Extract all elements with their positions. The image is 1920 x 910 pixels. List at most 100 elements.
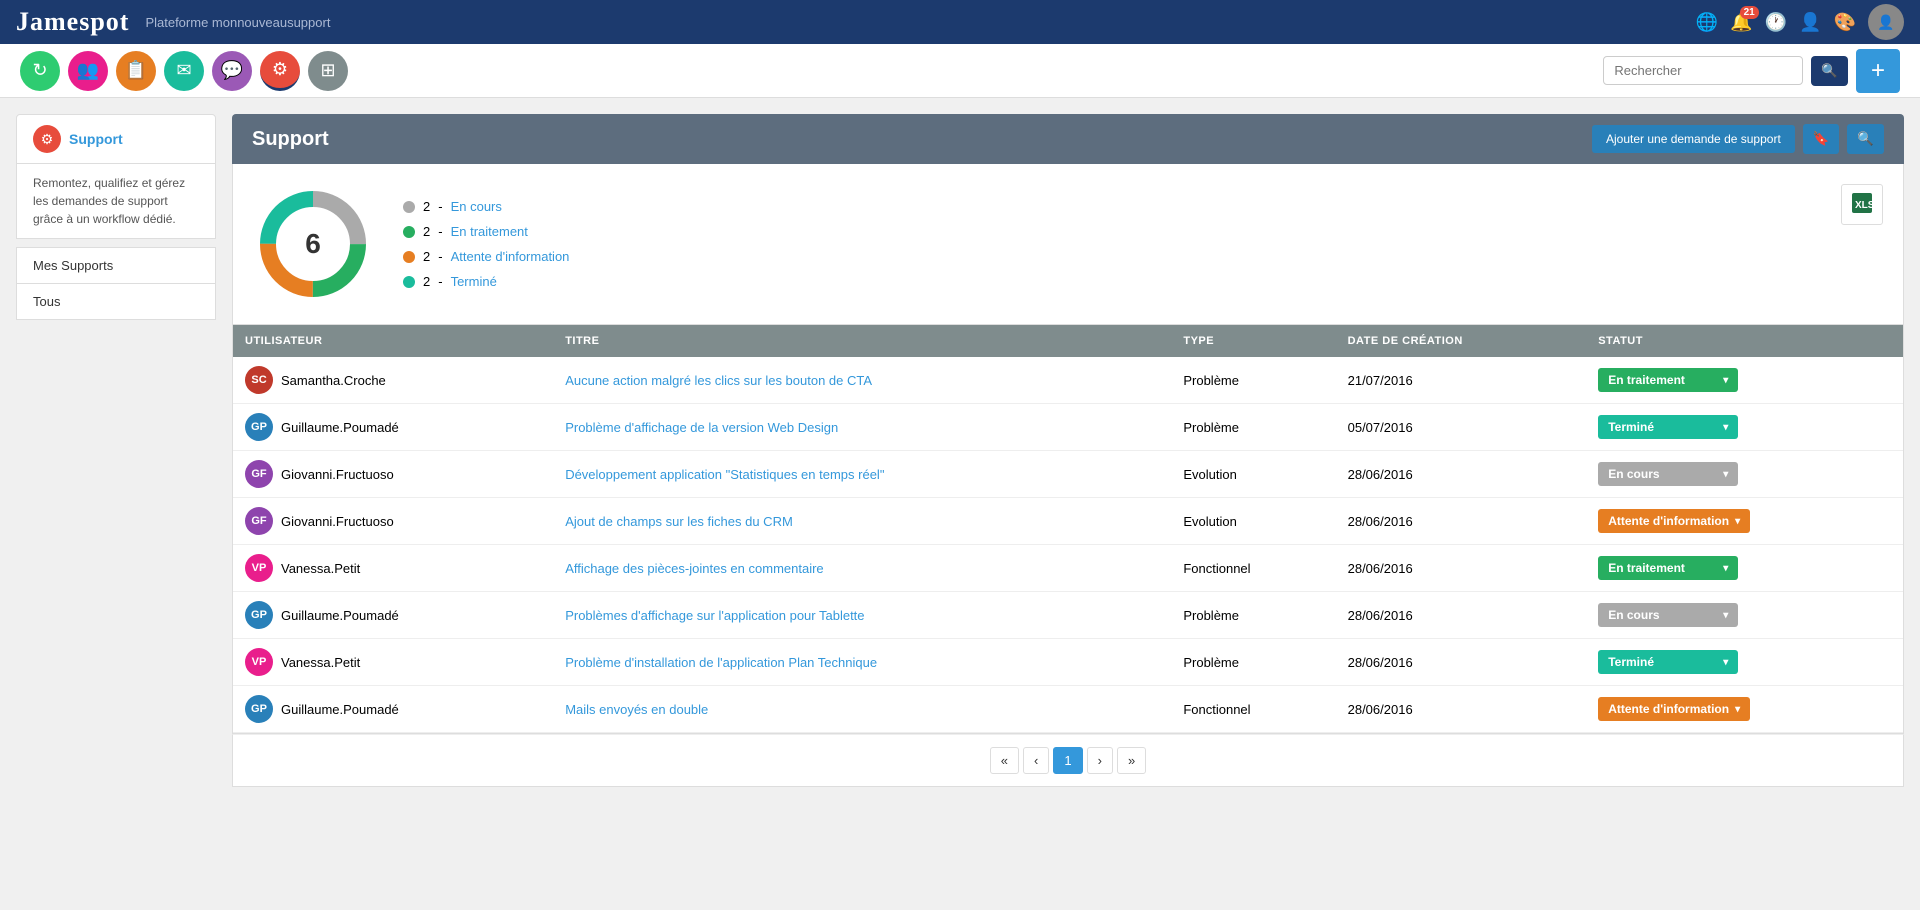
cell-date-5: 28/06/2016 — [1336, 592, 1587, 639]
globe-icon[interactable]: 🌐 — [1696, 12, 1718, 33]
cell-title-4: Affichage des pièces-jointes en commenta… — [553, 545, 1171, 592]
title-link-7[interactable]: Mails envoyés en double — [565, 702, 708, 717]
col-date: DATE DE CRÉATION — [1336, 325, 1587, 357]
export-excel-button[interactable]: XLS — [1841, 184, 1883, 225]
title-link-1[interactable]: Problème d'affichage de la version Web D… — [565, 420, 838, 435]
cell-status-2: En cours ▾ — [1586, 451, 1903, 498]
user-name-4: Vanessa.Petit — [281, 561, 360, 576]
second-navigation: ↻ 👥 📋 ✉ 💬 ⚙ ⊞ 🔍 + — [0, 44, 1920, 98]
nav-grid-icon[interactable]: ⊞ — [308, 51, 348, 91]
user-avatar-2: GF — [245, 460, 273, 488]
title-link-5[interactable]: Problèmes d'affichage sur l'application … — [565, 608, 864, 623]
status-badge-5[interactable]: En cours ▾ — [1598, 603, 1738, 627]
title-link-6[interactable]: Problème d'installation de l'application… — [565, 655, 877, 670]
notification-icon[interactable]: 🔔 21 — [1730, 12, 1752, 33]
cell-date-3: 28/06/2016 — [1336, 498, 1587, 545]
legend-en-cours: 2 - En cours — [403, 199, 569, 214]
user-avatar-4: VP — [245, 554, 273, 582]
legend-en-traitement: 2 - En traitement — [403, 224, 569, 239]
content-header-actions: Ajouter une demande de support 🔖 🔍 — [1592, 124, 1884, 154]
table-row: GF Giovanni.Fructuoso Ajout de champs su… — [233, 498, 1903, 545]
nav-mail-icon[interactable]: ✉ — [164, 51, 204, 91]
add-main-button[interactable]: + — [1856, 49, 1900, 93]
bookmark-button[interactable]: 🔖 — [1803, 124, 1840, 154]
cell-title-7: Mails envoyés en double — [553, 686, 1171, 733]
cell-title-0: Aucune action malgré les clics sur les b… — [553, 357, 1171, 404]
sidebar-item-mes-supports[interactable]: Mes Supports — [16, 247, 216, 283]
cell-type-5: Problème — [1171, 592, 1335, 639]
nav-tasks-icon[interactable]: 📋 — [116, 51, 156, 91]
cell-status-1: Terminé ▾ — [1586, 404, 1903, 451]
status-badge-6[interactable]: Terminé ▾ — [1598, 650, 1738, 674]
page-title: Support — [252, 128, 329, 151]
avatar[interactable]: 👤 — [1868, 4, 1904, 40]
add-support-button[interactable]: Ajouter une demande de support — [1592, 125, 1795, 153]
sidebar-item-tous[interactable]: Tous — [16, 283, 216, 320]
table-row: GP Guillaume.Poumadé Mails envoyés en do… — [233, 686, 1903, 733]
top-nav-left: Jamespot Plateforme monnouveausupport — [16, 7, 330, 37]
user-name-1: Guillaume.Poumadé — [281, 420, 399, 435]
user-name-3: Giovanni.Fructuoso — [281, 514, 394, 529]
title-link-3[interactable]: Ajout de champs sur les fiches du CRM — [565, 514, 793, 529]
nav-home-icon[interactable]: ↻ — [20, 51, 60, 91]
search-input[interactable] — [1603, 56, 1803, 85]
legend-termine: 2 - Terminé — [403, 274, 569, 289]
table-row: SC Samantha.Croche Aucune action malgré … — [233, 357, 1903, 404]
legend-dot-en-cours — [403, 201, 415, 213]
user-name-0: Samantha.Croche — [281, 373, 386, 388]
col-utilisateur: UTILISATEUR — [233, 325, 553, 357]
title-link-4[interactable]: Affichage des pièces-jointes en commenta… — [565, 561, 823, 576]
cell-date-7: 28/06/2016 — [1336, 686, 1587, 733]
pagination-next[interactable]: › — [1087, 747, 1113, 774]
search-content-button[interactable]: 🔍 — [1847, 124, 1884, 154]
status-badge-4[interactable]: En traitement ▾ — [1598, 556, 1738, 580]
cell-status-3: Attente d'information ▾ — [1586, 498, 1903, 545]
platform-name: Plateforme monnouveausupport — [145, 15, 330, 30]
status-badge-7[interactable]: Attente d'information ▾ — [1598, 697, 1750, 721]
status-badge-1[interactable]: Terminé ▾ — [1598, 415, 1738, 439]
status-badge-3[interactable]: Attente d'information ▾ — [1598, 509, 1750, 533]
table-row: GP Guillaume.Poumadé Problème d'affichag… — [233, 404, 1903, 451]
cell-user-0: SC Samantha.Croche — [233, 357, 553, 404]
col-statut: STATUT — [1586, 325, 1903, 357]
user-avatar-0: SC — [245, 366, 273, 394]
sidebar-description: Remontez, qualifiez et gérez les demande… — [16, 164, 216, 239]
pagination-current[interactable]: 1 — [1053, 747, 1082, 774]
search-button[interactable]: 🔍 — [1811, 56, 1848, 86]
legend-link-attente[interactable]: Attente d'information — [451, 249, 570, 264]
sidebar: ⚙ Support Remontez, qualifiez et gérez l… — [16, 114, 216, 894]
legend-link-en-cours[interactable]: En cours — [451, 199, 502, 214]
pagination-prev[interactable]: ‹ — [1023, 747, 1049, 774]
status-badge-2[interactable]: En cours ▾ — [1598, 462, 1738, 486]
legend-link-termine[interactable]: Terminé — [451, 274, 497, 289]
nav-contacts-icon[interactable]: 👥 — [68, 51, 108, 91]
cell-user-5: GP Guillaume.Poumadé — [233, 592, 553, 639]
main-content: Support Ajouter une demande de support 🔖… — [232, 114, 1904, 894]
pagination-first[interactable]: « — [990, 747, 1019, 774]
cell-date-6: 28/06/2016 — [1336, 639, 1587, 686]
table-row: GP Guillaume.Poumadé Problèmes d'afficha… — [233, 592, 1903, 639]
status-badge-0[interactable]: En traitement ▾ — [1598, 368, 1738, 392]
chart-section: 6 2 - En cours 2 - En traitement — [232, 164, 1904, 325]
user-cell-4: VP Vanessa.Petit — [245, 554, 541, 582]
user-cell-2: GF Giovanni.Fructuoso — [245, 460, 541, 488]
user-name-2: Giovanni.Fructuoso — [281, 467, 394, 482]
chart-total: 6 — [305, 228, 321, 260]
legend-count-en-cours: 2 — [423, 199, 430, 214]
legend-link-en-traitement[interactable]: En traitement — [451, 224, 528, 239]
clock-icon[interactable]: 🕐 — [1765, 12, 1787, 33]
nav-chat-icon[interactable]: 💬 — [212, 51, 252, 91]
palette-icon[interactable]: 🎨 — [1834, 12, 1856, 33]
sidebar-header: ⚙ Support — [16, 114, 216, 164]
title-link-0[interactable]: Aucune action malgré les clics sur les b… — [565, 373, 872, 388]
legend-count-attente: 2 — [423, 249, 430, 264]
title-link-2[interactable]: Développement application "Statistiques … — [565, 467, 884, 482]
svg-text:XLS: XLS — [1855, 200, 1874, 211]
nav-support-icon[interactable]: ⚙ — [260, 51, 300, 91]
chart-legend: 2 - En cours 2 - En traitement 2 - Atten… — [403, 199, 569, 289]
cell-type-0: Problème — [1171, 357, 1335, 404]
pagination-last[interactable]: » — [1117, 747, 1146, 774]
pagination: « ‹ 1 › » — [232, 734, 1904, 787]
user-icon[interactable]: 👤 — [1799, 12, 1821, 33]
chevron-down-icon: ▾ — [1723, 422, 1728, 433]
